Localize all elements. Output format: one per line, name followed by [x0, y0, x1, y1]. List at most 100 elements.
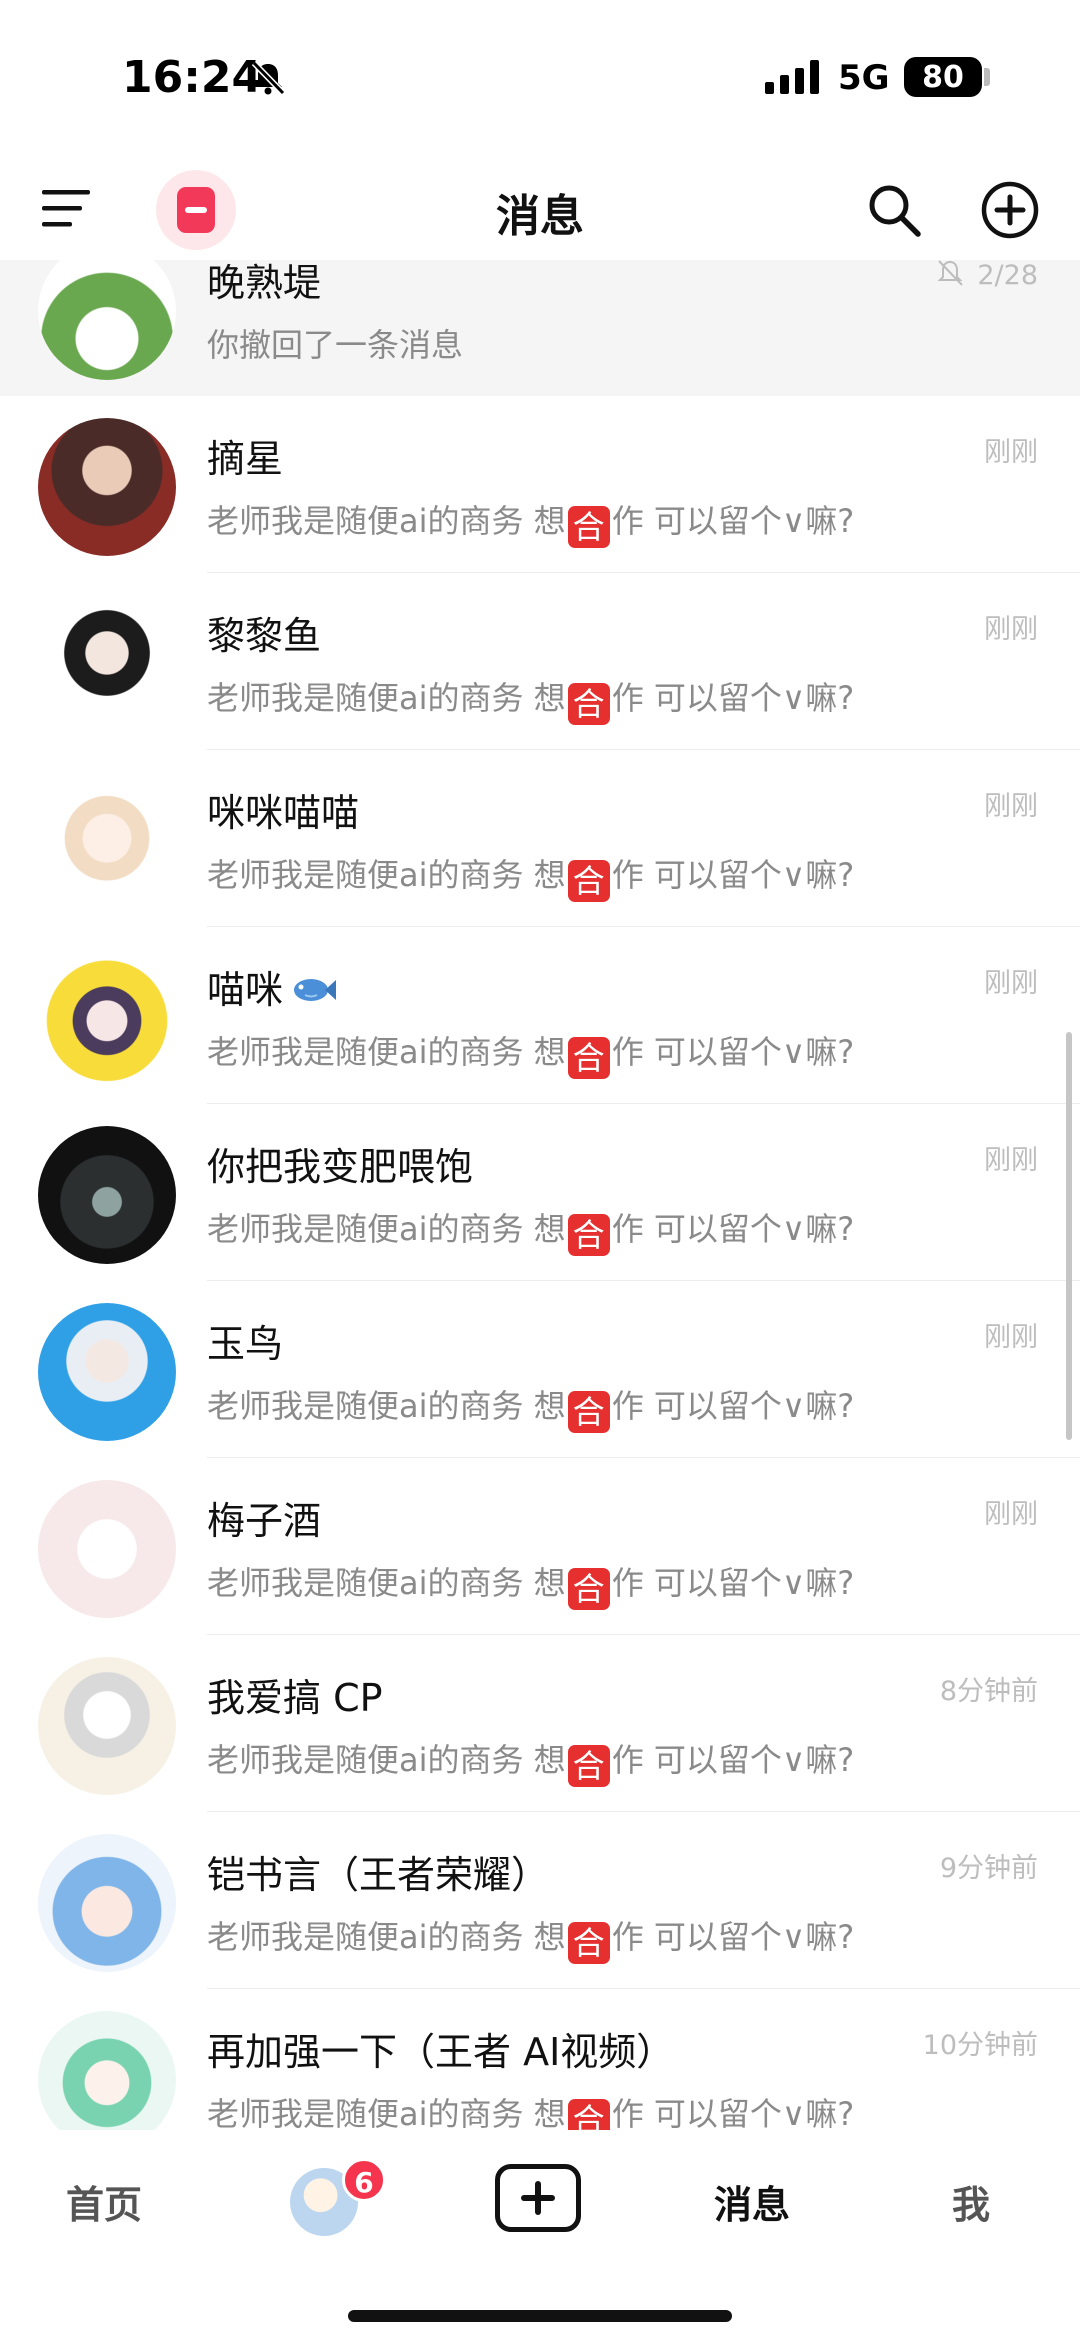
- message-time: 刚刚: [984, 791, 1038, 822]
- preview-text: 作 可以留个∨嘛?: [611, 679, 855, 717]
- avatar: [38, 772, 176, 910]
- highlight-char: 合: [567, 1214, 610, 1256]
- tab-messages[interactable]: 消息: [714, 2174, 790, 2229]
- contact-name: 黎黎鱼: [207, 614, 322, 658]
- message-preview: 老师我是随便ai的商务 想合作 可以留个∨嘛?: [207, 1381, 854, 1433]
- preview-text: 老师我是随便ai的商务 想: [207, 1918, 566, 1956]
- message-time: 刚刚: [984, 1499, 1038, 1530]
- fish-icon: [294, 979, 337, 1001]
- battery-level: 80: [922, 59, 964, 95]
- message-time: 8分钟前: [939, 1676, 1038, 1707]
- preview-text: 作 可以留个∨嘛?: [611, 1387, 855, 1425]
- conversation-item[interactable]: 你把我变肥喂饱 老师我是随便ai的商务 想合作 可以留个∨嘛? 刚刚: [0, 1104, 1080, 1281]
- preview-text: 老师我是随便ai的商务 想: [207, 1033, 566, 1071]
- contact-name: 我爱搞 CP: [207, 1676, 383, 1720]
- contact-name: 再加强一下（王者 AI视频）: [207, 2030, 675, 2074]
- preview-text: 作 可以留个∨嘛?: [611, 2095, 855, 2133]
- preview-text: 老师我是随便ai的商务 想: [207, 856, 566, 894]
- message-time: 9分钟前: [939, 1853, 1038, 1884]
- highlight-char: 合: [567, 1745, 610, 1787]
- conversation-item[interactable]: 玉鸟 老师我是随便ai的商务 想合作 可以留个∨嘛? 刚刚: [0, 1281, 1080, 1458]
- avatar: [38, 949, 176, 1087]
- message-time-text: 2/28: [977, 260, 1038, 291]
- preview-text: 老师我是随便ai的商务 想: [207, 679, 566, 717]
- conversation-list: 晚熟堤 你撤回了一条消息 2/28 摘星 老师我是随便ai的商务 想合作 可以留…: [0, 260, 1080, 2166]
- contact-name: 梅子酒: [207, 1499, 322, 1543]
- highlight-char: 合: [567, 506, 610, 548]
- avatar: [38, 2011, 176, 2149]
- signal-icon: [765, 60, 819, 94]
- preview-text: 作 可以留个∨嘛?: [611, 502, 855, 540]
- avatar: [38, 1834, 176, 1972]
- preview-text: 作 可以留个∨嘛?: [611, 1210, 855, 1248]
- scrollbar[interactable]: [1066, 1032, 1072, 1440]
- search-icon[interactable]: [866, 182, 922, 238]
- contact-name: 铠书言（王者荣耀）: [207, 1853, 550, 1897]
- message-preview: 老师我是随便ai的商务 想合作 可以留个∨嘛?: [207, 1912, 854, 1964]
- message-time: 刚刚: [984, 1145, 1038, 1176]
- avatar: [38, 260, 176, 380]
- post-button[interactable]: [495, 2164, 581, 2232]
- preview-text: 老师我是随便ai的商务 想: [207, 502, 566, 540]
- contact-name: 咪咪喵喵: [207, 791, 360, 835]
- preview-text: 老师我是随便ai的商务 想: [207, 1564, 566, 1602]
- contact-name: 玉鸟: [207, 1322, 284, 1366]
- avatar: [38, 1126, 176, 1264]
- highlight-char: 合: [567, 860, 610, 902]
- preview-text: 老师我是随便ai的商务 想: [207, 1210, 566, 1248]
- conversation-item[interactable]: 我爱搞 CP 老师我是随便ai的商务 想合作 可以留个∨嘛? 8分钟前: [0, 1635, 1080, 1812]
- highlight-char: 合: [567, 1568, 610, 1610]
- highlight-char: 合: [567, 683, 610, 725]
- message-time: 10分钟前: [922, 2030, 1038, 2061]
- message-preview: 老师我是随便ai的商务 想合作 可以留个∨嘛?: [207, 496, 854, 548]
- avatar: [38, 418, 176, 556]
- message-time: 刚刚: [984, 1322, 1038, 1353]
- conversation-item[interactable]: 晚熟堤 你撤回了一条消息 2/28: [0, 260, 1080, 396]
- plus-icon: [521, 2181, 555, 2215]
- muted-bell-icon: [937, 260, 964, 286]
- message-preview: 老师我是随便ai的商务 想合作 可以留个∨嘛?: [207, 1204, 854, 1256]
- preview-text: 作 可以留个∨嘛?: [611, 856, 855, 894]
- battery-tip: [984, 68, 990, 86]
- preview-text: 老师我是随便ai的商务 想: [207, 2095, 566, 2133]
- avatar: [38, 1303, 176, 1441]
- conversation-item[interactable]: 铠书言（王者荣耀） 老师我是随便ai的商务 想合作 可以留个∨嘛? 9分钟前: [0, 1812, 1080, 1989]
- conversation-item[interactable]: 喵咪 老师我是随便ai的商务 想合作 可以留个∨嘛? 刚刚: [0, 927, 1080, 1104]
- contact-name: 晚熟堤: [207, 261, 322, 305]
- contact-name-text: 喵咪: [207, 968, 284, 1012]
- message-preview: 老师我是随便ai的商务 想合作 可以留个∨嘛?: [207, 1735, 854, 1787]
- avatar: [38, 1657, 176, 1795]
- conversation-item[interactable]: 梅子酒 老师我是随便ai的商务 想合作 可以留个∨嘛? 刚刚: [0, 1458, 1080, 1635]
- message-preview: 你撤回了一条消息: [207, 326, 464, 364]
- tab-me[interactable]: 我: [952, 2174, 990, 2229]
- battery-icon: 80: [904, 57, 982, 97]
- message-preview: 老师我是随便ai的商务 想合作 可以留个∨嘛?: [207, 850, 854, 902]
- message-time: 2/28: [935, 260, 1038, 291]
- preview-text: 老师我是随便ai的商务 想: [207, 1387, 566, 1425]
- message-preview: 老师我是随便ai的商务 想合作 可以留个∨嘛?: [207, 1558, 854, 1610]
- conversation-item[interactable]: 黎黎鱼 老师我是随便ai的商务 想合作 可以留个∨嘛? 刚刚: [0, 573, 1080, 750]
- message-time: 刚刚: [984, 968, 1038, 999]
- tab-home[interactable]: 首页: [66, 2174, 142, 2229]
- conversation-item[interactable]: 摘星 老师我是随便ai的商务 想合作 可以留个∨嘛? 刚刚: [0, 396, 1080, 573]
- message-time: 刚刚: [984, 614, 1038, 645]
- preview-text: 作 可以留个∨嘛?: [611, 1918, 855, 1956]
- status-time: 16:24: [122, 52, 263, 103]
- preview-text: 作 可以留个∨嘛?: [611, 1033, 855, 1071]
- preview-text: 作 可以留个∨嘛?: [611, 1741, 855, 1779]
- preview-text: 老师我是随便ai的商务 想: [207, 1741, 566, 1779]
- network-type: 5G: [838, 58, 890, 98]
- avatar: [38, 1480, 176, 1618]
- add-circle-icon[interactable]: [980, 180, 1040, 240]
- contact-name: 喵咪: [207, 959, 337, 1014]
- highlight-char: 合: [567, 1037, 610, 1079]
- top-nav: 消息: [0, 160, 1080, 260]
- notification-badge: 6: [342, 2158, 386, 2202]
- contact-name: 摘星: [207, 437, 284, 481]
- conversation-item[interactable]: 咪咪喵喵 老师我是随便ai的商务 想合作 可以留个∨嘛? 刚刚: [0, 750, 1080, 927]
- contact-name: 你把我变肥喂饱: [207, 1145, 474, 1189]
- status-bar: 16:24 5G 80: [0, 0, 1080, 160]
- bell-off-icon: [251, 60, 286, 96]
- highlight-char: 合: [567, 1922, 610, 1964]
- message-preview: 老师我是随便ai的商务 想合作 可以留个∨嘛?: [207, 673, 854, 725]
